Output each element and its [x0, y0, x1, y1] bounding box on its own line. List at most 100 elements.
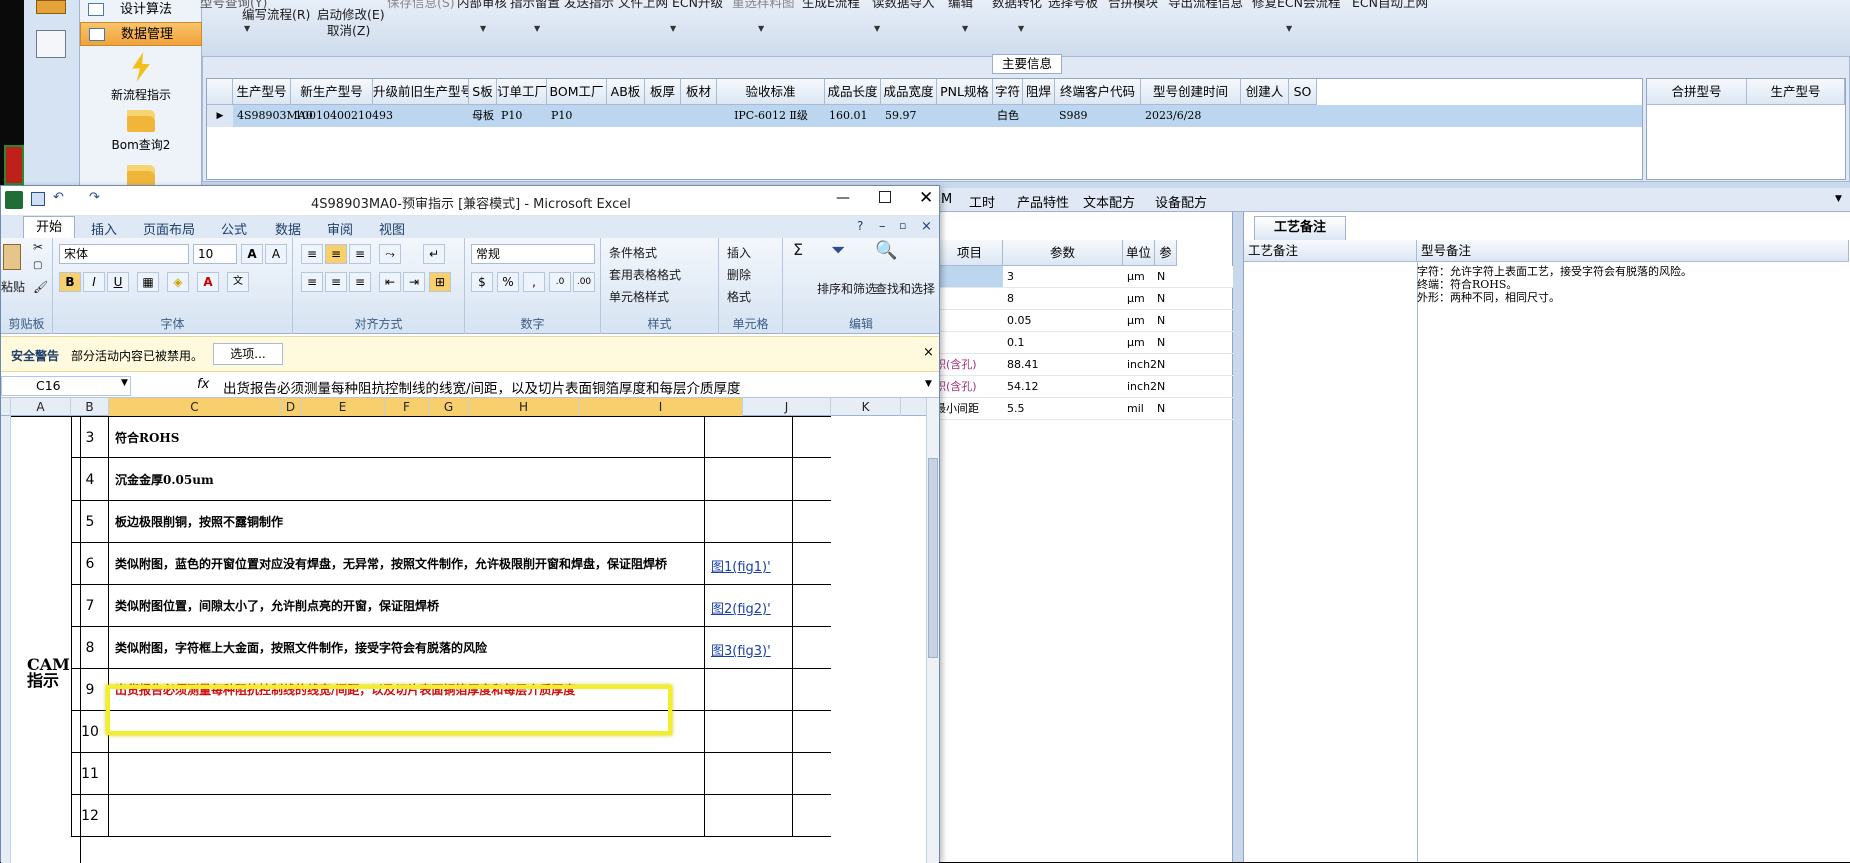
table-row[interactable]: 4 沉金金厚0.05um: [71, 459, 831, 501]
toolbar-cancel[interactable]: 取消(Z): [327, 20, 370, 39]
name-box[interactable]: C16: [1, 376, 131, 396]
nav-item-data-management[interactable]: 数据管理: [80, 22, 202, 46]
tab-insert[interactable]: 插入: [91, 219, 117, 238]
figure-link[interactable]: 图2(fig2)': [711, 598, 771, 617]
underline-button[interactable]: U: [107, 272, 129, 292]
comma-icon[interactable]: ,: [523, 272, 545, 292]
undo-icon[interactable]: ↶: [53, 190, 64, 205]
tab-device-recipe[interactable]: 设备配方: [1155, 192, 1207, 211]
number-format-select[interactable]: 常规: [471, 244, 595, 264]
new-flow-instruction-button[interactable]: 新流程指示: [80, 52, 202, 103]
toolbar-ecn-auto[interactable]: ECN自动上网: [1352, 0, 1428, 11]
tab-review[interactable]: 审阅: [327, 219, 353, 238]
column-header[interactable]: D: [281, 398, 301, 416]
vertical-scrollbar[interactable]: [926, 398, 939, 863]
column-header[interactable]: 新生产型号: [291, 79, 373, 105]
align-bottom-icon[interactable]: ≡: [349, 244, 371, 264]
column-header[interactable]: 单位: [1123, 240, 1155, 266]
increase-indent-icon[interactable]: ⇥: [403, 272, 425, 292]
toolbar-export[interactable]: 导出流程信息: [1168, 0, 1243, 11]
chevron-down-icon[interactable]: ▼: [962, 24, 968, 33]
close-icon[interactable]: ×: [923, 345, 934, 360]
column-header[interactable]: SO: [1289, 79, 1317, 105]
table-row[interactable]: 8 μm N: [937, 288, 1233, 310]
table-row[interactable]: 6 类似附图，蓝色的开窗位置对应没有焊盘，无异常，按照文件制作，允许极限削开窗和…: [71, 543, 831, 585]
delete-cells-button[interactable]: 删除: [727, 266, 751, 283]
table-row[interactable]: 11: [71, 753, 831, 795]
table-row[interactable]: 0.1 μm N: [937, 332, 1233, 354]
fx-icon[interactable]: fx: [197, 377, 209, 392]
column-header[interactable]: AB板: [607, 79, 645, 105]
sort-filter-button[interactable]: 排序和筛选: [817, 280, 877, 297]
cell-char[interactable]: 白色: [993, 105, 1023, 127]
help-icon[interactable]: ?: [857, 219, 863, 233]
table-row[interactable]: 8 类似附图，字符框上大金面，按照文件制作，接受字符会有脱落的风险 图3(fig…: [71, 627, 831, 669]
column-header[interactable]: PNL规格: [937, 79, 993, 105]
maximize-icon[interactable]: [879, 191, 891, 203]
scrollbar-thumb[interactable]: [928, 458, 938, 658]
toolbar-ecn-upgrade[interactable]: ECN升级: [672, 0, 723, 11]
format-painter-icon[interactable]: 🖌: [33, 280, 48, 294]
bold-button[interactable]: B: [59, 272, 81, 292]
cell-s-board[interactable]: 母板: [469, 105, 497, 127]
column-header[interactable]: 合拼型号: [1647, 79, 1747, 105]
italic-button[interactable]: I: [83, 272, 105, 292]
tab-text-recipe[interactable]: 文本配方: [1083, 192, 1135, 211]
security-options-button[interactable]: 选项...: [213, 343, 283, 365]
grow-font-icon[interactable]: A: [241, 244, 263, 264]
cell-order-factory[interactable]: P10: [501, 105, 522, 127]
toolbar-select-board[interactable]: 选择号板: [1048, 0, 1098, 11]
cell-width[interactable]: 59.97: [885, 105, 917, 127]
paste-button[interactable]: 粘贴: [1, 278, 25, 295]
border-icon[interactable]: ▦: [137, 272, 159, 292]
chevron-down-icon[interactable]: ▼: [758, 24, 764, 33]
column-header[interactable]: 验收标准: [717, 79, 825, 105]
column-header[interactable]: K: [831, 398, 901, 416]
toolbar-write-flow[interactable]: 编写流程(R): [242, 4, 310, 23]
column-header[interactable]: 工艺备注: [1244, 240, 1417, 262]
column-header[interactable]: G: [429, 398, 469, 416]
instruction-text[interactable]: 符合ROHS: [111, 417, 705, 459]
column-header[interactable]: 生产型号: [233, 79, 291, 105]
column-header[interactable]: J: [743, 398, 831, 416]
splitter-handle[interactable]: [1233, 212, 1243, 862]
nav-item-design-algorithm[interactable]: 设计算法: [80, 0, 202, 22]
instruction-text[interactable]: 沉金金厚0.05um: [111, 459, 705, 501]
chevron-down-icon[interactable]: ▼: [1018, 24, 1024, 33]
font-size-select[interactable]: 10: [193, 244, 237, 264]
redo-icon[interactable]: ↷: [89, 190, 100, 205]
column-header[interactable]: 项目: [937, 240, 1003, 266]
table-row[interactable]: 3 符合ROHS: [71, 416, 831, 459]
column-header[interactable]: S板: [469, 79, 497, 105]
table-row[interactable]: 积(含孔) 88.41 inch2 N: [935, 354, 1233, 376]
insert-cells-button[interactable]: 插入: [727, 244, 751, 261]
merge-cells-icon[interactable]: ⊞: [429, 272, 451, 292]
find-select-icon[interactable]: 🔍: [875, 240, 897, 261]
instruction-text[interactable]: 类似附图，蓝色的开窗位置对应没有焊盘，无异常，按照文件制作，允许极限削开窗和焊盘…: [111, 543, 705, 585]
column-header[interactable]: 升级前旧生产型号: [373, 79, 469, 105]
select-all-corner[interactable]: [1, 398, 11, 416]
table-row[interactable]: 0.05 μm N: [937, 310, 1233, 332]
table-row[interactable]: 最小间距 5.5 mil N: [935, 398, 1233, 420]
figure-link[interactable]: 图1(fig1)': [711, 556, 771, 575]
close-icon[interactable]: ✕: [919, 188, 933, 208]
chevron-down-icon[interactable]: ▼: [480, 24, 486, 33]
cell-create-time[interactable]: 2023/6/28: [1145, 105, 1201, 127]
tab-home[interactable]: 开始: [23, 216, 76, 238]
toolbar-internal-review[interactable]: 内部审核: [457, 0, 507, 11]
font-name-select[interactable]: 宋体: [59, 244, 189, 264]
column-header[interactable]: H: [469, 398, 579, 416]
tab-view[interactable]: 视图: [379, 219, 405, 238]
column-header[interactable]: 成品长度: [825, 79, 881, 105]
column-header[interactable]: 型号备注: [1417, 240, 1849, 262]
tab-craft-remark[interactable]: 工艺备注: [1254, 216, 1346, 240]
column-header[interactable]: I: [579, 398, 743, 416]
calculator-icon[interactable]: [36, 30, 66, 58]
chevron-down-icon[interactable]: ▼: [670, 24, 676, 33]
align-center-icon[interactable]: ≡: [325, 272, 347, 292]
table-row[interactable]: 3 μm N: [937, 266, 1233, 288]
toolbar-merge[interactable]: 合拼模块: [1108, 0, 1158, 11]
align-left-icon[interactable]: ≡: [301, 272, 323, 292]
tab-data[interactable]: 数据: [275, 219, 301, 238]
minimize-icon[interactable]: —: [836, 190, 850, 206]
